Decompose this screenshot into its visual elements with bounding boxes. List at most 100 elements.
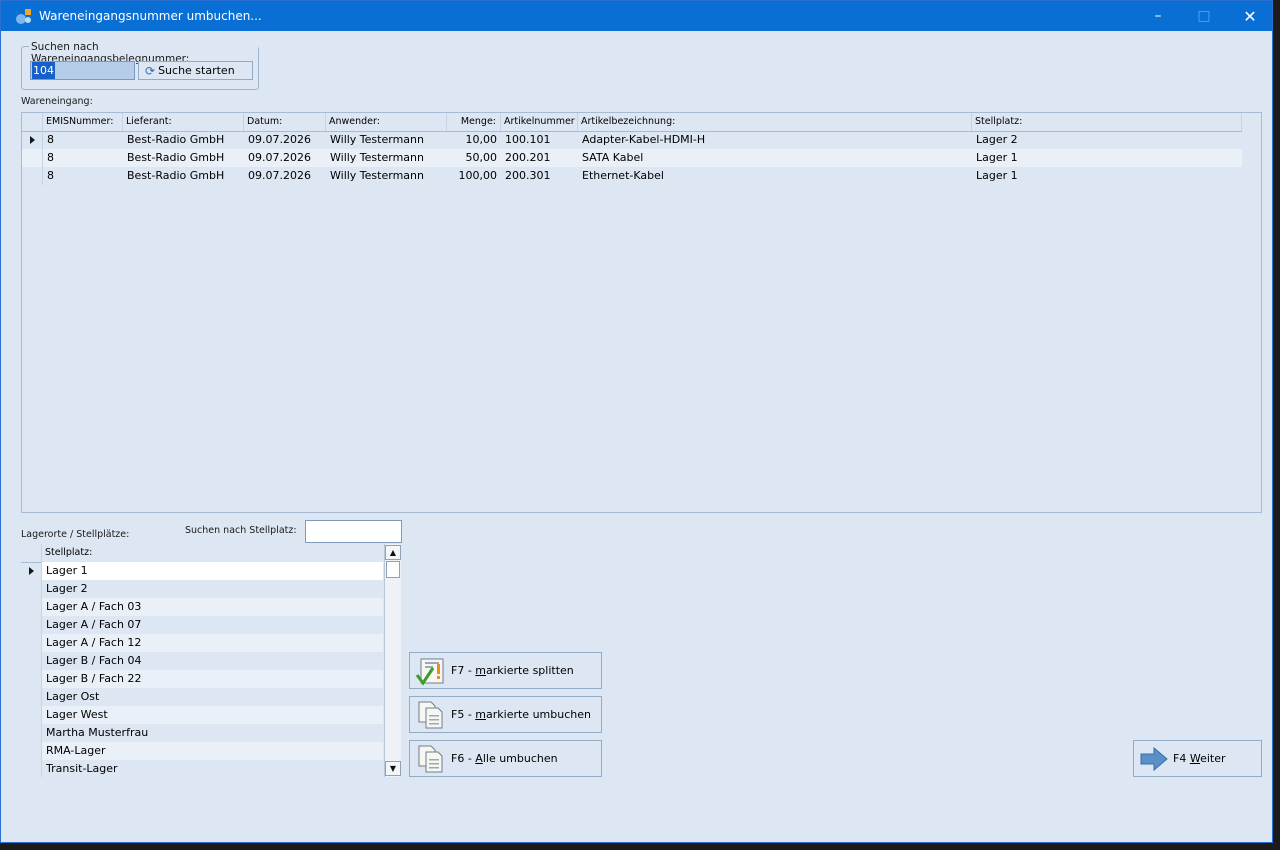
column-header[interactable]: Artikelbezeichnung:: [578, 113, 972, 131]
umbuchen-all-button[interactable]: F6 - Alle umbuchen: [409, 740, 602, 777]
stellplatz-search-input[interactable]: [305, 520, 402, 543]
list-item[interactable]: Lager 1: [21, 562, 383, 580]
cell-menge: 50,00: [465, 151, 498, 164]
stellplatz-list[interactable]: Stellplatz: Lager 1 Lager 2 Lager A / Fa…: [21, 544, 401, 777]
table-row[interactable]: 8 Best-Radio GmbH 09.07.2026 Willy Teste…: [22, 167, 1242, 185]
stellplatz-name: Lager A / Fach 12: [42, 634, 383, 652]
refresh-icon: ⟳: [145, 63, 156, 78]
arrow-right-icon: [1140, 746, 1168, 771]
cell-artikelbezeichnung: SATA Kabel: [582, 151, 644, 164]
cell-anwender: Willy Testermann: [330, 151, 424, 164]
current-row-icon: [29, 567, 34, 575]
cell-stellplatz: Lager 2: [976, 133, 1018, 146]
list-item[interactable]: Lager A / Fach 12: [21, 634, 383, 652]
list-item[interactable]: Martha Musterfrau: [21, 724, 383, 742]
row-indicator: [21, 706, 42, 724]
cell-datum: 09.07.2026: [248, 133, 311, 146]
row-indicator: [22, 167, 43, 185]
table-row[interactable]: 8 Best-Radio GmbH 09.07.2026 Willy Teste…: [22, 131, 1242, 149]
stellplatz-name: Lager A / Fach 07: [46, 618, 142, 631]
list-item[interactable]: Lager A / Fach 07: [21, 616, 383, 634]
umbuchen-marked-label: F5 - markierte umbuchen: [451, 708, 591, 721]
split-check-icon: [416, 658, 444, 686]
maximize-button[interactable]: □: [1181, 1, 1227, 31]
stellplatz-name: Lager B / Fach 22: [42, 670, 383, 688]
chevron-down-icon: ▼: [389, 764, 397, 773]
cell-datum: 09.07.2026: [248, 169, 311, 182]
row-indicator: [21, 760, 42, 777]
row-indicator: [21, 670, 42, 688]
cell-emis: 8: [47, 169, 54, 182]
window-title: Wareneingangsnummer umbuchen...: [39, 9, 262, 23]
cell-emis: 8: [47, 151, 54, 164]
row-indicator: [21, 580, 42, 598]
stellplatz-name: RMA-Lager: [42, 742, 383, 760]
umbuchen-marked-button[interactable]: F5 - markierte umbuchen: [409, 696, 602, 733]
minimize-button[interactable]: –: [1135, 1, 1181, 31]
stellplatz-name: Lager A / Fach 03: [42, 598, 383, 616]
chevron-up-icon: ▲: [389, 548, 397, 557]
list-item[interactable]: Lager B / Fach 22: [21, 670, 383, 688]
split-button[interactable]: F7 - markierte splitten: [409, 652, 602, 689]
list-item[interactable]: RMA-Lager: [21, 742, 383, 760]
cell-stellplatz: Lager 1: [976, 169, 1018, 182]
close-icon: ✕: [1243, 6, 1257, 26]
close-button[interactable]: ✕: [1227, 1, 1273, 31]
cell-menge: 10,00: [465, 133, 498, 146]
row-indicator: [21, 598, 42, 616]
wareneingang-label: Wareneingang:: [21, 96, 93, 107]
umbuchen-all-label: F6 - Alle umbuchen: [451, 752, 558, 765]
scroll-up-button[interactable]: ▲: [385, 545, 401, 560]
column-header-stellplatz[interactable]: Stellplatz:: [42, 544, 383, 562]
list-item[interactable]: Lager Ost: [21, 688, 383, 706]
list-item[interactable]: Lager B / Fach 04: [21, 652, 383, 670]
stellplatz-name: Lager 1: [42, 562, 383, 580]
column-header[interactable]: Menge:: [447, 113, 501, 131]
list-item[interactable]: Lager West: [21, 706, 383, 724]
cell-stellplatz: Lager 1: [976, 151, 1018, 164]
row-indicator: [22, 131, 43, 149]
list-item[interactable]: Transit-Lager: [21, 760, 383, 777]
documents-icon: [418, 745, 443, 772]
column-header[interactable]: EMISNummer:: [43, 113, 123, 131]
scroll-thumb[interactable]: [386, 561, 400, 578]
title-bar[interactable]: Wareneingangsnummer umbuchen... – □ ✕: [1, 1, 1272, 31]
minimize-icon: –: [1154, 8, 1162, 24]
cell-lieferant: Best-Radio GmbH: [127, 169, 225, 182]
list-item[interactable]: Lager A / Fach 03: [21, 598, 383, 616]
app-icon: [16, 9, 31, 24]
search-groupbox: Suchen nach Wareneingangsbelegnummer: 10…: [21, 41, 259, 90]
cell-menge: 100,00: [458, 169, 498, 182]
beleg-search-input[interactable]: 104: [30, 61, 135, 80]
search-start-label: Suche starten: [158, 64, 235, 77]
list-scrollbar[interactable]: ▲ ▼: [384, 544, 401, 777]
lagerorte-label: Lagerorte / Stellplätze:: [21, 529, 130, 540]
header-indicator: [22, 113, 43, 131]
weiter-button[interactable]: F4 Weiter: [1133, 740, 1262, 777]
column-header[interactable]: Lieferant:: [123, 113, 244, 131]
row-indicator: [21, 616, 42, 634]
beleg-search-value: 104: [32, 62, 55, 79]
column-header[interactable]: Anwender:: [326, 113, 447, 131]
dialog-window: Wareneingangsnummer umbuchen... – □ ✕ Su…: [0, 0, 1273, 843]
stellplatz-name: Lager Ost: [46, 690, 100, 703]
column-header[interactable]: Datum:: [244, 113, 326, 131]
column-header[interactable]: Stellplatz:: [972, 113, 1242, 131]
scroll-down-button[interactable]: ▼: [385, 761, 401, 776]
stellplatz-name: Transit-Lager: [46, 762, 118, 775]
row-indicator: [21, 562, 42, 580]
row-indicator: [21, 742, 42, 760]
split-label: F7 - markierte splitten: [451, 664, 574, 677]
cell-artikelnummer: 200.301: [505, 169, 551, 182]
cell-artikelbezeichnung: Adapter-Kabel-HDMI-H: [582, 133, 706, 146]
documents-icon: [418, 701, 443, 728]
cell-anwender: Willy Testermann: [330, 169, 424, 182]
wareneingang-grid[interactable]: EMISNummer: Lieferant: Datum: Anwender: …: [21, 112, 1262, 513]
column-header[interactable]: Artikelnummer: [501, 113, 578, 131]
weiter-label: F4 Weiter: [1173, 752, 1226, 765]
stellplatz-name: Lager 2: [46, 582, 88, 595]
list-item[interactable]: Lager 2: [21, 580, 383, 598]
list-header: Stellplatz:: [21, 544, 383, 563]
search-start-button[interactable]: ⟳ Suche starten: [138, 61, 253, 80]
table-row[interactable]: 8 Best-Radio GmbH 09.07.2026 Willy Teste…: [22, 149, 1242, 167]
